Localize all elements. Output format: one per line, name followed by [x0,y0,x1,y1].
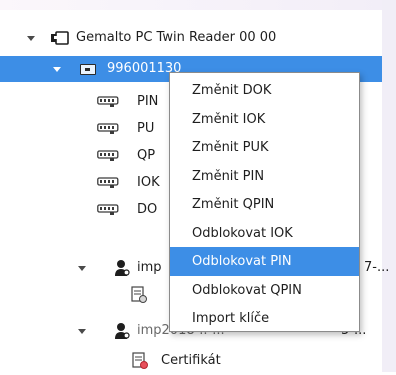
menu-item-import-key[interactable]: Import klíče [170,304,359,333]
menu-item-change-pin[interactable]: Změnit PIN [170,162,359,191]
context-menu: Změnit DOK Změnit IOK Změnit PUK Změnit … [169,72,360,332]
menu-item-change-iok[interactable]: Změnit IOK [170,105,359,134]
certificate-icon [130,286,148,304]
key-icon [97,204,119,216]
key-icon [97,177,119,189]
key-icon [97,150,119,162]
key-label: PU [137,121,155,136]
menu-item-change-qpin[interactable]: Změnit QPIN [170,190,359,219]
tree-row-reader[interactable]: Gemalto PC Twin Reader 00 00 [0,25,382,51]
key-label: QP [137,148,156,163]
tree-row-certificate[interactable]: Certifikát [0,349,382,375]
card-reader-icon [51,31,69,45]
smartcard-chip-icon [80,64,96,75]
menu-item-change-puk[interactable]: Změnit PUK [170,133,359,162]
user-key-icon [113,322,131,340]
key-label: DO [137,202,158,217]
user-key-icon [113,259,131,277]
import-label-suffix: 7-... [364,260,390,275]
certificate-icon [131,352,149,370]
key-icon [97,123,119,135]
menu-item-change-dok[interactable]: Změnit DOK [170,76,359,105]
window-top-strip [0,0,396,10]
key-icon [97,96,119,108]
expand-arrow-icon[interactable] [27,36,35,41]
expand-arrow-icon[interactable] [78,329,86,334]
reader-label: Gemalto PC Twin Reader 00 00 [76,30,277,45]
menu-item-unblock-pin[interactable]: Odblokovat PIN [170,247,359,276]
certificate-label: Certifikát [161,353,221,368]
key-label: IOK [137,175,160,190]
import-label: imp [137,260,162,275]
expand-arrow-icon[interactable] [53,67,61,72]
menu-item-unblock-qpin[interactable]: Odblokovat QPIN [170,276,359,305]
key-label: PIN [137,94,159,109]
scrollbar-track[interactable] [382,0,396,372]
menu-item-unblock-iok[interactable]: Odblokovat IOK [170,219,359,248]
expand-arrow-icon[interactable] [78,266,86,271]
